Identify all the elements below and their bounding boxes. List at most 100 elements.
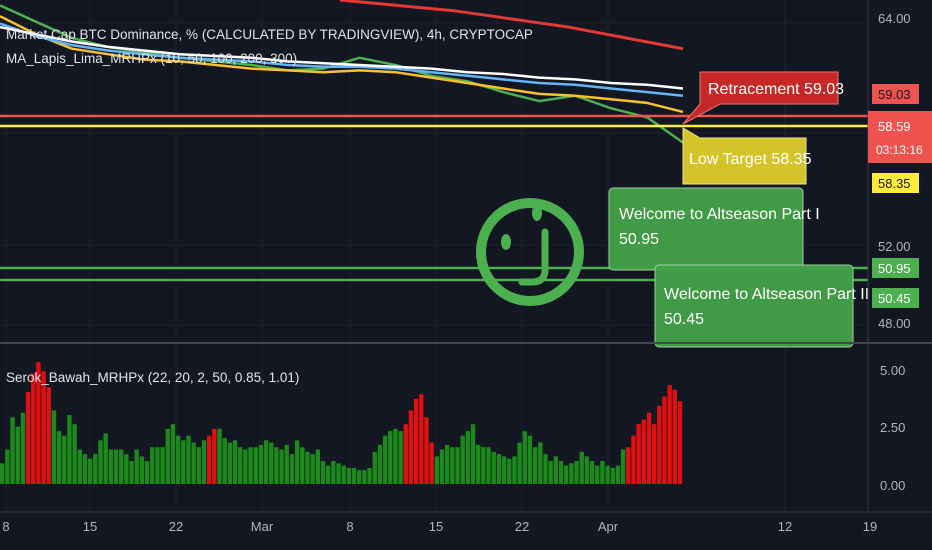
current-price: 58.59	[878, 119, 911, 134]
histogram-bar	[538, 442, 543, 484]
bar-countdown: 03:13:16	[876, 143, 923, 157]
price-label-50-45: 50.45	[878, 291, 911, 306]
histogram-bar	[677, 401, 683, 484]
main-legend-title: Market Cap BTC Dominance, % (CALCULATED …	[6, 27, 533, 42]
histogram-bar	[434, 456, 440, 484]
histogram-bar	[186, 435, 191, 484]
histogram-bar	[336, 463, 341, 484]
histogram-bar	[222, 438, 227, 484]
histogram-bar	[605, 465, 610, 484]
histogram-bar	[589, 461, 595, 484]
histogram-bar	[470, 424, 476, 484]
histogram-bar	[87, 458, 93, 484]
histogram-bar	[548, 461, 553, 484]
histogram-bar	[77, 449, 82, 484]
histogram-bar	[569, 463, 574, 484]
low-target-callout: Low Target 58.35	[682, 127, 812, 185]
histogram-bar	[98, 440, 103, 484]
histogram-bar	[584, 456, 590, 484]
histogram-bar	[486, 447, 491, 484]
histogram-bar	[269, 442, 274, 484]
osc-tick-5: 5.00	[880, 363, 905, 378]
histogram-bar	[429, 442, 434, 484]
histogram-bar	[491, 451, 496, 484]
histogram-bar	[403, 424, 408, 484]
histogram-bar	[170, 424, 176, 484]
histogram-bar	[155, 447, 160, 484]
histogram-bar	[82, 454, 88, 484]
histogram-bar	[248, 447, 253, 484]
histogram-bar	[20, 412, 26, 484]
tradingview-chart: Retracement 59.03 Low Target 58.35 Welco…	[0, 0, 932, 550]
histogram-bar	[512, 456, 517, 484]
histogram-bar	[150, 447, 155, 484]
histogram-bar	[274, 447, 279, 484]
histogram-bar	[610, 467, 615, 484]
histogram-bar	[15, 426, 20, 484]
histogram-bar	[646, 412, 652, 484]
histogram-bar	[667, 385, 672, 484]
histogram-bar	[662, 396, 667, 484]
histogram-bar	[331, 461, 336, 484]
histogram-bar	[444, 444, 450, 484]
price-label-59: 59.03	[878, 87, 911, 102]
histogram-bar	[476, 444, 481, 484]
time-tick-label: 22	[169, 519, 183, 534]
histogram-bar	[300, 447, 305, 484]
histogram-bar	[289, 454, 295, 484]
altseason-1-value: 50.95	[619, 231, 659, 248]
histogram-bar	[600, 461, 605, 484]
histogram-bar	[424, 417, 429, 484]
histogram-bar	[325, 465, 331, 484]
histogram-bar	[439, 449, 445, 484]
histogram-bar	[532, 447, 538, 484]
histogram-bar	[124, 454, 129, 484]
time-tick-label: 22	[515, 519, 529, 534]
histogram-bar	[5, 449, 10, 484]
histogram-bar	[553, 456, 559, 484]
histogram-bar	[636, 424, 641, 484]
time-axis[interactable]: 8 15 22 Mar 8 15 22 Apr 12 19	[0, 511, 932, 534]
histogram-bar	[294, 440, 300, 484]
time-tick-label: 8	[346, 519, 353, 534]
time-tick-label: Apr	[598, 519, 619, 534]
histogram-bar	[165, 428, 170, 484]
histogram-bar	[232, 440, 238, 484]
annotations: Retracement 59.03 Low Target 58.35 Welco…	[608, 71, 869, 348]
histogram-bar	[253, 447, 258, 484]
low-target-callout-text: Low Target 58.35	[689, 151, 812, 168]
histogram-bar	[243, 449, 248, 484]
histogram-bar	[212, 428, 217, 484]
histogram-bar	[227, 442, 233, 484]
time-ticks: 8 15 22 Mar 8 15 22 Apr 12 19	[2, 519, 877, 534]
time-tick-label: Mar	[251, 519, 274, 534]
histogram-bar	[175, 435, 181, 484]
histogram-bar	[382, 435, 388, 484]
chart-canvas: Retracement 59.03 Low Target 58.35 Welco…	[0, 0, 932, 534]
price-label-58: 58.35	[878, 176, 911, 191]
histogram-bar	[320, 461, 326, 484]
altseason-1-title: Welcome to Altseason Part I	[619, 206, 820, 223]
histogram-bar	[393, 428, 398, 484]
histogram-bar	[10, 417, 15, 484]
histogram-bar	[460, 435, 465, 484]
histogram-bar	[595, 465, 600, 484]
histogram-bar	[284, 444, 289, 484]
smiley-face-icon	[476, 198, 584, 306]
histogram-bar	[357, 470, 362, 484]
moving-average-lines	[0, 0, 684, 144]
histogram-bar	[62, 435, 67, 484]
osc-tick-2-5: 2.50	[880, 420, 905, 435]
histogram-bar	[517, 442, 522, 484]
histogram-bar	[129, 461, 134, 484]
histogram-bar	[346, 467, 352, 484]
histogram-bar	[657, 405, 662, 484]
histogram-bar	[103, 433, 108, 484]
histogram-bar	[72, 424, 77, 484]
ma-line-1	[0, 4, 684, 144]
altseason-2-value: 50.45	[664, 311, 704, 328]
histogram-bar	[279, 449, 284, 484]
histogram-bar	[67, 415, 72, 484]
histogram-bar	[351, 467, 357, 484]
histogram-bar	[450, 447, 455, 484]
